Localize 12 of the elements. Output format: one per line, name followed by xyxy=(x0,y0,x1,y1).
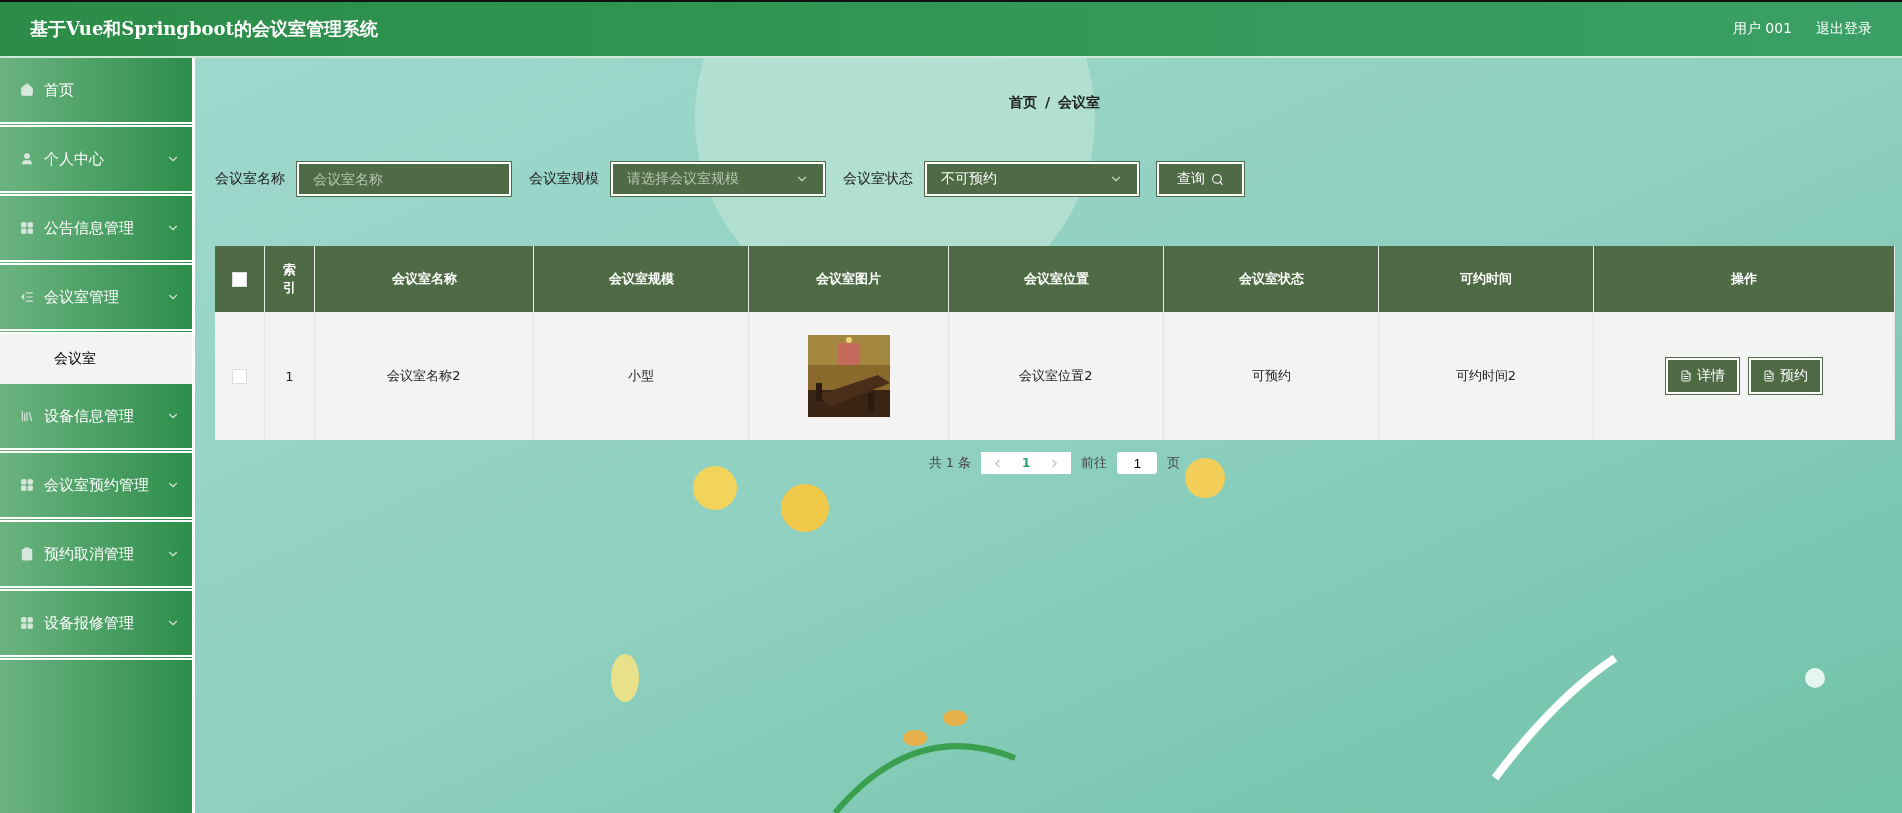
grid-icon xyxy=(20,616,34,630)
user-icon xyxy=(20,152,34,166)
user-name: 用户 001 xyxy=(1732,20,1792,38)
clipboard-x-icon xyxy=(20,547,34,561)
grid-icon xyxy=(20,221,34,235)
books-icon xyxy=(20,409,34,423)
app-title: 基于Vue和Springboot的会议室管理系统 xyxy=(30,17,378,41)
list-icon xyxy=(20,290,34,304)
grid-icon xyxy=(20,478,34,492)
home-icon xyxy=(20,83,34,97)
logout-link[interactable]: 退出登录 xyxy=(1816,20,1872,38)
submenu-item[interactable]: 会议室 xyxy=(0,334,192,384)
